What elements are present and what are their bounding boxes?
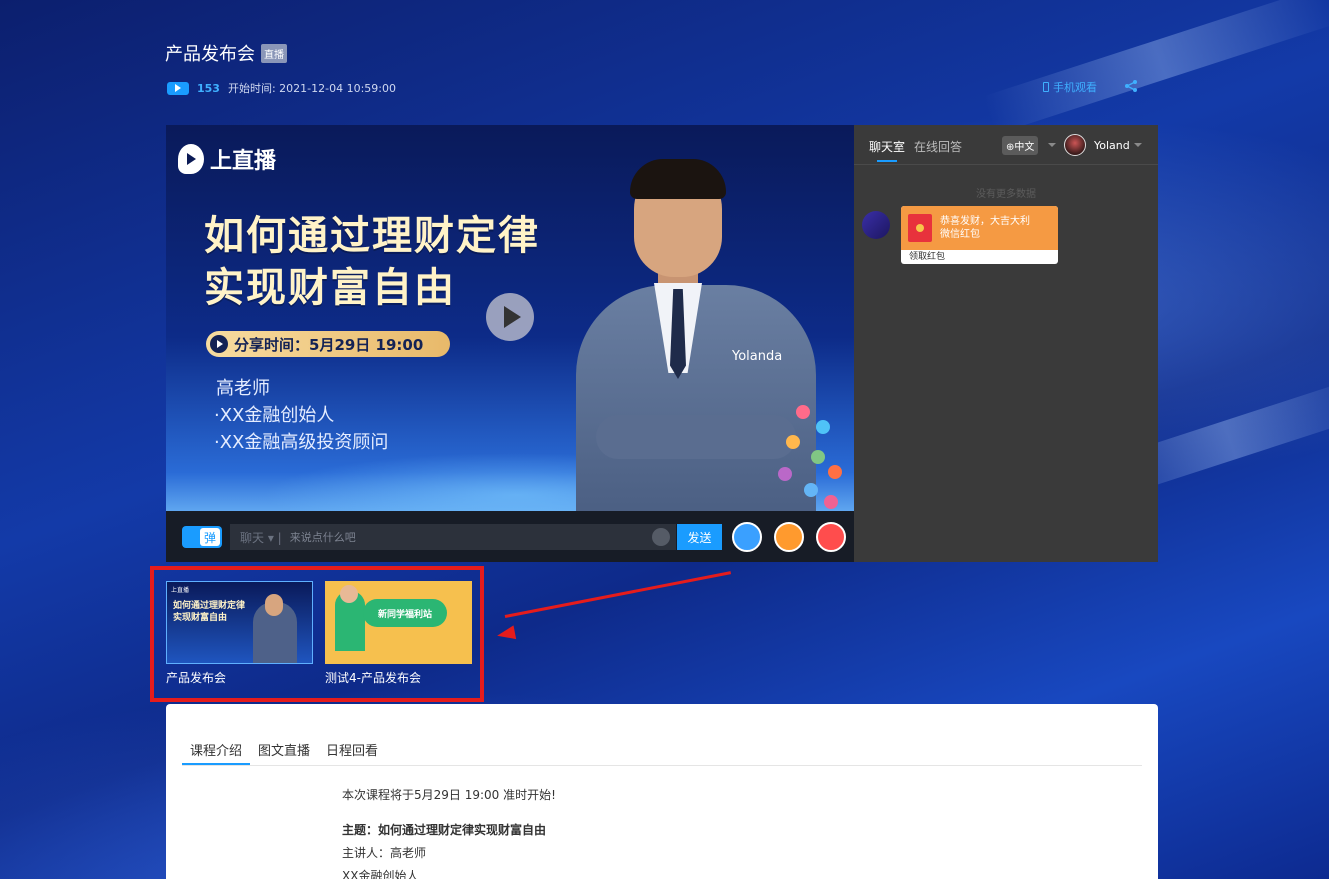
thumb-logo: 上直播 bbox=[171, 587, 190, 594]
heart-icon bbox=[816, 420, 830, 434]
video-player[interactable]: 上直播 如何通过理财定律 实现财富自由 分享时间：5月29日 19:00 高老师… bbox=[166, 125, 854, 562]
teacher-info: 高老师 ·XX金融创始人 ·XX金融高级投资顾问 bbox=[214, 375, 388, 456]
mobile-watch-link[interactable]: 手机观看 bbox=[1043, 79, 1097, 95]
heart-icon bbox=[786, 435, 800, 449]
tab-online-answers[interactable]: 在线回答 bbox=[914, 138, 962, 155]
stats-button[interactable] bbox=[732, 522, 762, 552]
page-title: 产品发布会 直播 bbox=[165, 40, 287, 66]
thumb-banner: 新同学福利站 bbox=[363, 599, 447, 627]
red-packet-greeting: 恭喜发财，大吉大利 bbox=[940, 216, 1030, 227]
thumb-person-head bbox=[340, 585, 358, 603]
live-badge: 直播 bbox=[261, 43, 287, 63]
reaction-hearts bbox=[766, 395, 854, 515]
chevron-down-icon bbox=[1048, 143, 1056, 147]
thumb-headline: 如何通过理财定律 实现财富自由 bbox=[173, 600, 245, 624]
tab-text-live[interactable]: 图文直播 bbox=[250, 734, 318, 765]
tab-course-intro[interactable]: 课程介绍 bbox=[182, 734, 251, 765]
thumb-presenter-head bbox=[265, 594, 283, 616]
course-start-line: 本次课程将于5月29日 19:00 准时开始! bbox=[342, 788, 556, 802]
avatar[interactable] bbox=[1064, 134, 1086, 156]
language-select[interactable]: ⊕中文 bbox=[1002, 136, 1039, 155]
playlist-item-label[interactable]: 测试4-产品发布会 bbox=[325, 669, 421, 686]
thumb-headline-line: 实现财富自由 bbox=[173, 613, 228, 623]
danmu-toggle[interactable]: 弹 bbox=[182, 526, 222, 548]
presenter-watermark: Yolanda bbox=[732, 349, 783, 364]
red-packet-icon bbox=[908, 214, 932, 242]
video-headline: 如何通过理财定律 实现财富自由 bbox=[204, 210, 540, 314]
heart-icon bbox=[804, 483, 818, 497]
share-time-text: 分享时间：5月29日 19:00 bbox=[234, 335, 424, 354]
logo-mark-icon bbox=[178, 144, 204, 174]
send-button[interactable]: 发送 bbox=[677, 524, 722, 550]
heart-icon bbox=[778, 467, 792, 481]
chat-input[interactable]: 聊天 ▾ | 来说点什么吧 bbox=[230, 524, 676, 550]
course-speaker-title: XX金融创始人 bbox=[342, 869, 419, 879]
heart-icon bbox=[828, 465, 842, 479]
thumb-headline-line: 如何通过理财定律 bbox=[173, 601, 246, 611]
playlist-thumbnail[interactable]: 上直播 如何通过理财定律 实现财富自由 bbox=[166, 581, 313, 664]
user-name[interactable]: Yoland bbox=[1094, 139, 1130, 152]
stream-meta: 153 开始时间: 2021-12-04 10:59:00 bbox=[167, 80, 396, 96]
tab-chatroom[interactable]: 聊天室 bbox=[869, 138, 905, 162]
like-button[interactable] bbox=[816, 522, 846, 552]
heart-icon bbox=[824, 495, 838, 509]
logo-text: 上直播 bbox=[210, 149, 277, 174]
red-packet-text: 恭喜发财，大吉大利 微信红包 bbox=[940, 215, 1030, 241]
chat-input-placeholder: 来说点什么吧 bbox=[289, 531, 356, 544]
player-controls: 弹 聊天 ▾ | 来说点什么吧 发送 bbox=[166, 511, 854, 562]
playlist-thumbnail[interactable]: 新同学福利站 bbox=[325, 581, 472, 664]
heart-icon bbox=[796, 405, 810, 419]
page-title-text: 产品发布会 bbox=[165, 44, 255, 65]
presenter-hair bbox=[630, 159, 726, 199]
course-topic: 主题：如何通过理财定律实现财富自由 bbox=[342, 823, 547, 837]
red-packet-type: 微信红包 bbox=[940, 229, 980, 240]
play-circle-icon bbox=[210, 335, 228, 353]
avatar bbox=[862, 211, 890, 239]
playlist-item-label[interactable]: 产品发布会 bbox=[166, 669, 226, 686]
emoji-icon[interactable] bbox=[652, 528, 670, 546]
headline-line: 如何通过理财定律 bbox=[204, 213, 540, 259]
teacher-name: 高老师 bbox=[216, 378, 270, 399]
viewers-icon bbox=[167, 81, 189, 95]
no-more-data: 没有更多数据 bbox=[976, 189, 1036, 200]
chevron-down-icon bbox=[1134, 143, 1142, 147]
start-time: 开始时间: 2021-12-04 10:59:00 bbox=[227, 82, 396, 95]
teacher-title: ·XX金融创始人 bbox=[214, 405, 335, 426]
phone-icon bbox=[1043, 82, 1049, 92]
gift-button[interactable] bbox=[774, 522, 804, 552]
brand-logo: 上直播 bbox=[178, 143, 276, 175]
video-frame[interactable]: 上直播 如何通过理财定律 实现财富自由 分享时间：5月29日 19:00 高老师… bbox=[166, 125, 854, 515]
share-time-pill: 分享时间：5月29日 19:00 bbox=[206, 331, 450, 357]
heart-icon bbox=[811, 450, 825, 464]
content-tabs: 课程介绍 图文直播 日程回看 bbox=[182, 734, 1142, 766]
chat-mode-select[interactable]: 聊天 ▾ | bbox=[240, 529, 282, 546]
claim-red-packet[interactable]: 领取红包 bbox=[901, 250, 1058, 264]
danmu-label: 弹 bbox=[200, 528, 220, 546]
course-speaker: 主讲人：高老师 bbox=[342, 846, 427, 860]
teacher-title: ·XX金融高级投资顾问 bbox=[214, 432, 389, 453]
play-button[interactable] bbox=[486, 293, 534, 341]
share-icon[interactable] bbox=[1124, 79, 1138, 93]
red-packet-body: 恭喜发财，大吉大利 微信红包 bbox=[901, 206, 1058, 250]
chat-panel: 聊天室 在线回答 ⊕中文 Yoland 没有更多数据 恭喜发财，大吉大利 微信红… bbox=[854, 125, 1158, 562]
mobile-watch-label: 手机观看 bbox=[1053, 81, 1097, 94]
red-packet-message[interactable]: 恭喜发财，大吉大利 微信红包 领取红包 bbox=[901, 206, 1058, 264]
chat-tabs: 聊天室 在线回答 ⊕中文 Yoland bbox=[854, 125, 1158, 165]
course-content-panel: 课程介绍 图文直播 日程回看 本次课程将于5月29日 19:00 准时开始! 主… bbox=[166, 704, 1158, 879]
viewer-count: 153 bbox=[197, 81, 220, 95]
course-description: 本次课程将于5月29日 19:00 准时开始! 主题：如何通过理财定律实现财富自… bbox=[342, 784, 556, 879]
tab-schedule-replay[interactable]: 日程回看 bbox=[318, 734, 386, 765]
